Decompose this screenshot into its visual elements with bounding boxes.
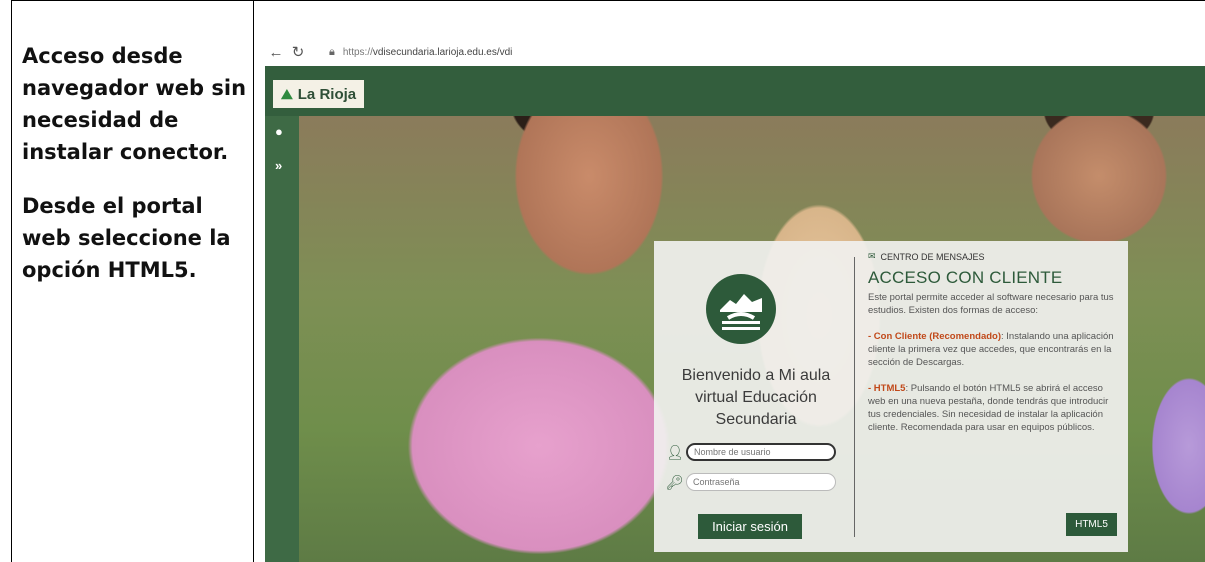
instructions: Acceso desde navegador web sin necesidad… [22,40,247,308]
welcome-text: Bienvenido a Mi aula virtual Educación S… [681,367,831,428]
login-panel: Bienvenido a Mi aula virtual Educación S… [654,241,1128,552]
table-divider [253,0,254,562]
password-row: 🔑︎ [666,472,841,492]
username-row: 👤︎ [666,442,841,462]
password-input[interactable] [686,473,836,491]
panel-divider [854,257,855,537]
message-center: ✉ CENTRO DE MENSAJES ACCESO CON CLIENTE … [868,251,1120,546]
messages-header-label: CENTRO DE MENSAJES [880,251,985,262]
back-icon[interactable]: ← [265,44,287,61]
messages-header: ✉ CENTRO DE MENSAJES [868,251,1120,262]
portal-page: ⛰ La Rioja ● » Bienvenido a Mi aula virt [265,66,1205,562]
sidebar: ● » [265,116,299,562]
intro-text: Este portal permite acceder al software … [868,292,1114,316]
globe-icon[interactable]: ● [275,124,283,139]
user-icon: 👤︎ [666,443,684,460]
login-form: Bienvenido a Mi aula virtual Educación S… [654,241,854,552]
url-text: https://vdisecundaria.larioja.edu.es/vdi [342,46,513,58]
double-chevron-right-icon[interactable]: » [275,158,282,173]
envelope-icon: ✉ [868,251,876,261]
instruction-paragraph-2: Desde el portal web seleccione la opción… [22,194,231,282]
username-input[interactable] [686,443,836,461]
login-button[interactable]: Iniciar sesión [698,514,802,539]
key-icon: 🔑︎ [666,473,684,490]
html5-button[interactable]: HTML5 [1066,513,1117,536]
instruction-paragraph-1: Acceso desde navegador web sin necesidad… [22,44,247,164]
html5-option-label: - HTML5 [868,383,906,394]
address-bar: ← ↻ 🔒︎ https://vdisecundaria.larioja.edu… [265,38,1205,66]
client-option-label: - Con Cliente (Recomendado) [868,331,1002,342]
html5-option-text: - HTML5: Pulsando el botón HTML5 se abri… [868,383,1109,433]
browser-screenshot: ← ↻ 🔒︎ https://vdisecundaria.larioja.edu… [265,38,1205,562]
client-option-text: - Con Cliente (Recomendado): Instalando … [868,331,1114,368]
brand-mountain-icon: ⛰ [281,85,293,102]
portal-header: ⛰ La Rioja [265,66,1205,116]
access-title: ACCESO CON CLIENTE [868,268,1063,287]
lock-icon: 🔒︎ [329,45,335,58]
url-field[interactable]: 🔒︎ https://vdisecundaria.larioja.edu.es/… [321,41,520,63]
access-body: Este portal permite acceder al software … [868,291,1120,434]
brand-name: La Rioja [297,85,357,103]
reload-icon[interactable]: ↻ [287,43,309,61]
brand-logo[interactable]: ⛰ La Rioja [273,80,365,108]
institution-logo [706,274,776,344]
